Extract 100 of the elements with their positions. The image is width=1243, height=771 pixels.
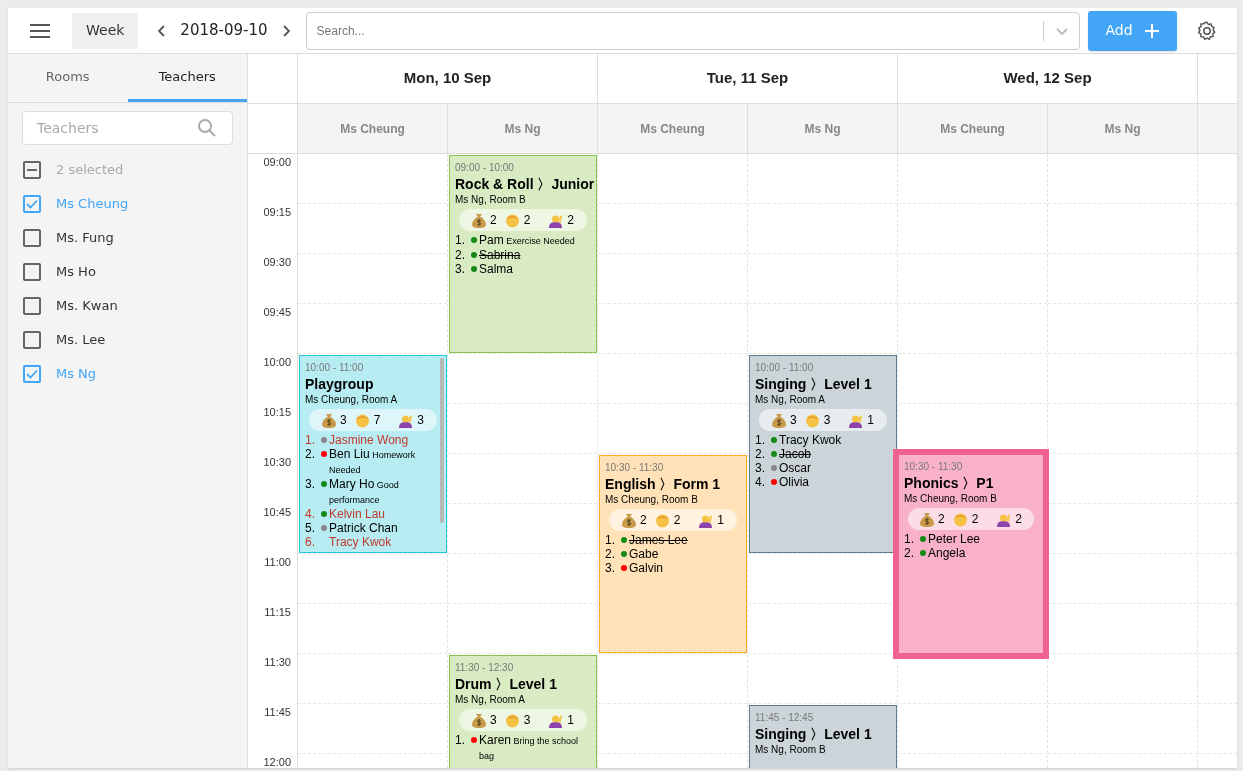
student-entry: Mary Ho Good performance [329,477,400,507]
sidebar-tab[interactable]: Teachers [127,54,247,102]
time-label: 09:15 [263,205,291,218]
checkbox[interactable] [23,297,41,315]
money-bag-icon [321,412,336,428]
student-entry: Jasmine Wong [329,433,409,447]
count: 3 [339,412,347,429]
week-view-button[interactable]: Week [72,12,139,49]
student-number: 6. [305,535,316,549]
count: 2 [673,512,681,529]
event-location: Ms Ng, Room B [455,193,527,207]
student-entry: Tracy Kwok [329,535,392,549]
checkbox[interactable] [23,161,41,179]
money-bag-icon [771,412,786,428]
settings-icon[interactable] [1195,19,1218,42]
count: 1 [717,512,725,529]
event-title: English 〉Form 1 [605,475,722,493]
search-field[interactable]: Search... [305,11,1080,50]
time-label: 10:45 [263,505,291,518]
event-card[interactable]: 11:30 - 12:30 Drum 〉Level 1 Ms Ng, Room A 3 3 1 1. Karen Bring the school bag [449,655,597,768]
checkbox[interactable] [23,263,41,281]
student-entry: Tracy Kwok [779,433,842,447]
money-bag-icon [621,512,636,528]
count: 2 [523,212,531,229]
student-entry: Kelvin Lau [329,507,386,521]
student-entry: Peter Lee [928,532,981,546]
time-label: 09:45 [263,305,291,318]
student-entry: Olivia [779,475,809,489]
student-number: 1. [455,233,466,248]
student-entry: Ben Liu Homework Needed [329,447,417,477]
checkbox[interactable] [23,229,41,247]
teacher-name[interactable]: Ms Ho [56,262,96,282]
day-header: Mon, 10 Sep [298,54,598,103]
teacher-name[interactable]: Ms. Lee [56,330,106,350]
time-label: 11:15 [264,605,291,618]
count: 2 [639,512,647,529]
child-icon [504,712,520,728]
time-label: 11:30 [264,655,291,668]
check-icon [26,369,38,379]
count: 1 [867,412,875,429]
event-card[interactable]: 11:45 - 12:45 Singing 〉Level 1 Ms Ng, Room B [749,705,897,768]
scrollbar[interactable] [440,358,444,523]
child-icon [804,412,820,428]
money-bag-icon [471,712,486,728]
time-label: 10:15 [263,405,291,418]
event-location: Ms Cheung, Room A [305,393,399,407]
teacher-column-header: Ms Ng [448,104,598,153]
event-location: Ms Cheung, Room B [605,493,699,507]
student-number: 1. [605,533,616,547]
sidebar-tab[interactable]: Rooms [8,54,128,102]
search-icon [197,118,217,138]
event-card[interactable]: 10:00 - 11:00 Playgroup Ms Cheung, Room A 3 7 3 1. Jasmine Wong 2. Ben Liu Homework Needed 3. Mary Ho Good performance 4. Kelvin Lau 5. Patrick Chan 6. Tracy Kwok [299,355,447,553]
event-card[interactable]: 10:30 - 11:30 Phonics 〉P1 Ms Cheung, Room B 2 2 2 1. Peter Lee 2. Angela [893,449,1049,659]
child-icon [952,511,968,527]
count: 3 [417,412,425,429]
time-label: 10:00 [263,355,291,368]
teacher-column-header: Ms Cheung [898,104,1048,153]
plus-icon [1144,23,1159,38]
student-number: 3. [755,461,766,475]
student-entry: James Lee [629,533,688,547]
checkbox[interactable] [23,365,41,383]
student-number: 1. [904,532,915,546]
teacher-name[interactable]: Ms. Kwan [56,296,118,316]
event-time: 11:45 - 12:45 [755,711,815,725]
event-location: Ms Ng, Room A [755,393,827,407]
count: 2 [1015,511,1023,528]
student-number: 1. [755,433,766,447]
count: 1 [567,712,575,729]
teacher-column-header: Ms Ng [1048,104,1198,153]
student-number: 3. [305,477,316,493]
student-entry: Angela [928,546,966,560]
event-location: Ms Ng, Room B [755,743,827,757]
event-card[interactable]: 09:00 - 10:00 Rock & Roll 〉Junior Ms Ng, Room B 2 2 2 1. Pam Exercise Needed 2. Sabrina 3. Salma [449,155,597,353]
money-bag-icon [471,212,486,228]
event-title: Drum 〉Level 1 [455,675,558,693]
menu-icon[interactable] [30,23,50,38]
time-label: 09:30 [263,255,291,268]
student-entry: Jacob [779,447,812,461]
event-title: Phonics 〉P1 [904,474,995,492]
student-number: 2. [305,447,316,463]
student-number: 1. [455,733,466,749]
checkbox[interactable] [23,331,41,349]
event-location: Ms Cheung, Room B [904,492,998,506]
checkbox[interactable] [23,195,41,213]
student-number: 5. [305,521,316,535]
event-card[interactable]: 10:00 - 11:00 Singing 〉Level 1 Ms Ng, Room A 3 3 1 1. Tracy Kwok 2. Jacob 3. Oscar 4. Olivia [749,355,897,553]
time-label: 12:00 [263,755,291,768]
student-entry: Gabe [629,547,659,561]
student-entry: Patrick Chan [329,521,398,535]
child-icon [654,512,670,528]
count: 2 [567,212,575,229]
teacher-search-field[interactable]: Teachers [22,111,233,145]
student-entry: Sabrina [479,248,521,262]
teacher-column-header: Ms Cheung [298,104,448,153]
student-number: 2. [904,546,915,560]
teacher-name[interactable]: Ms. Fung [56,228,114,248]
event-location: Ms Ng, Room A [455,693,527,707]
event-time: 10:30 - 11:30 [605,461,665,475]
student-number: 4. [755,475,766,489]
event-card[interactable]: 10:30 - 11:30 English 〉Form 1 Ms Cheung, Room B 2 2 1 1. James Lee 2. Gabe 3. Galvin [599,455,747,653]
